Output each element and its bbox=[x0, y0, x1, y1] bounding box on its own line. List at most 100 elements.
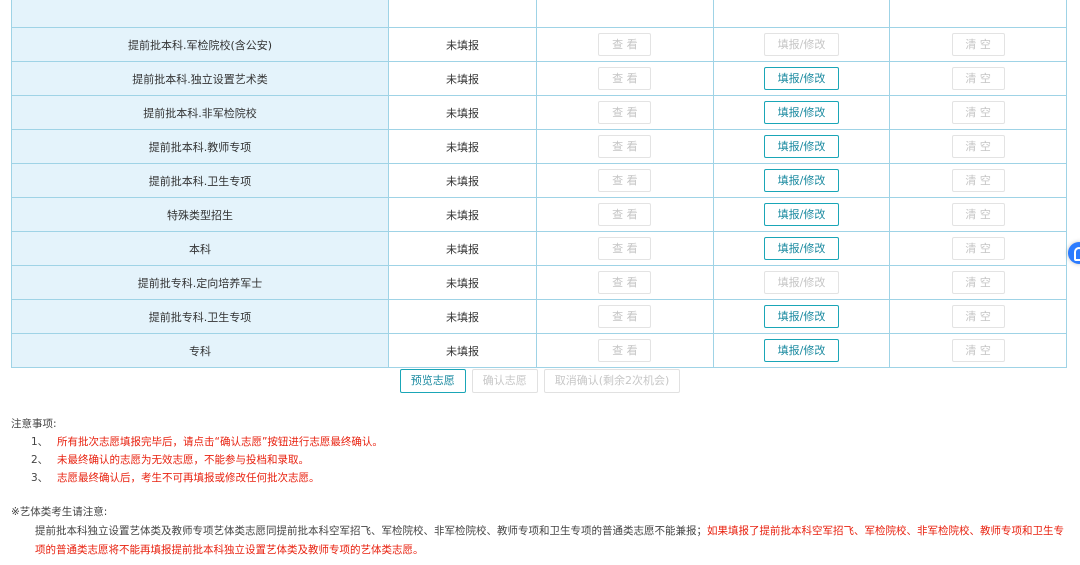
batch-name-cell: 提前批本科.独立设置艺术类 bbox=[11, 61, 389, 96]
fill-cell: 填报/修改 bbox=[712, 197, 891, 232]
table-row: 特殊类型招生 未填报 查 看 填报/修改 清 空 bbox=[11, 197, 1067, 232]
batch-name-cell: 本科 bbox=[11, 231, 389, 266]
fill-cell: 填报/修改 bbox=[712, 95, 891, 130]
fill-modify-button[interactable]: 填报/修改 bbox=[763, 203, 839, 226]
view-button[interactable]: 查 看 bbox=[598, 169, 652, 192]
fill-modify-button[interactable]: 填报/修改 bbox=[763, 339, 839, 362]
view-button[interactable]: 查 看 bbox=[598, 135, 652, 158]
view-cell: 查 看 bbox=[536, 163, 714, 198]
notes-title: 注意事项: bbox=[11, 418, 57, 430]
assistant-icon[interactable] bbox=[1068, 242, 1080, 264]
art-notice-text: 提前批本科独立设置艺体类及教师专项艺体类志愿同提前批本科空军招飞、军检院校、非军… bbox=[35, 525, 707, 537]
view-cell: 查 看 bbox=[536, 265, 714, 300]
clear-button[interactable]: 清 空 bbox=[951, 203, 1005, 226]
status-text: 未填报 bbox=[446, 140, 479, 154]
batch-name-cell: 特殊类型招生 bbox=[11, 197, 389, 232]
clear-cell: 清 空 bbox=[889, 95, 1067, 130]
clear-button[interactable]: 清 空 bbox=[951, 169, 1005, 192]
status-cell: 未填报 bbox=[388, 27, 537, 62]
status-cell: 未填报 bbox=[388, 95, 537, 130]
status-text: 未填报 bbox=[446, 208, 479, 222]
batch-name-cell: 提前批本科.非军检院校 bbox=[11, 95, 389, 130]
clear-button[interactable]: 清 空 bbox=[951, 135, 1005, 158]
clear-button[interactable]: 清 空 bbox=[951, 305, 1005, 328]
batch-name-cell bbox=[11, 0, 389, 28]
fill-modify-button[interactable]: 填报/修改 bbox=[763, 305, 839, 328]
clear-button[interactable]: 清 空 bbox=[951, 271, 1005, 294]
fill-cell: 填报/修改 bbox=[712, 333, 891, 368]
clear-cell: 清 空 bbox=[889, 27, 1067, 62]
clear-cell: 清 空 bbox=[889, 197, 1067, 232]
fill-modify-button[interactable]: 填报/修改 bbox=[763, 271, 839, 294]
notes-item: 3、 志愿最终确认后，考生不可再填报或修改任何批次志愿。 bbox=[31, 472, 320, 484]
status-cell: 未填报 bbox=[388, 265, 537, 300]
view-cell: 查 看 bbox=[536, 95, 714, 130]
view-cell: 查 看 bbox=[536, 333, 714, 368]
view-cell bbox=[536, 0, 714, 28]
view-cell: 查 看 bbox=[536, 129, 714, 164]
volunteer-batch-table: 提前批本科.军检院校(含公安) 未填报查 看填报/修改清 空提前批本科.独立设置艺… bbox=[11, 0, 1067, 368]
table-row: 专科 未填报 查 看 填报/修改 清 空 bbox=[11, 333, 1067, 368]
view-button[interactable]: 查 看 bbox=[598, 67, 652, 90]
fill-cell: 填报/修改 bbox=[712, 265, 891, 300]
view-button[interactable]: 查 看 bbox=[598, 203, 652, 226]
table-row: 本科 未填报 查 看 填报/修改 清 空 bbox=[11, 231, 1067, 266]
view-cell: 查 看 bbox=[536, 61, 714, 96]
status-text: 未填报 bbox=[446, 38, 479, 52]
view-button[interactable]: 查 看 bbox=[598, 271, 652, 294]
batch-name-cell: 提前批专科.卫生专项 bbox=[11, 299, 389, 334]
art-notice: ※艺体类考生请注意: 提前批本科独立设置艺体类及教师专项艺体类志愿同提前批本科空… bbox=[11, 503, 1071, 560]
status-cell: 未填报 bbox=[388, 299, 537, 334]
status-cell: 未填报 bbox=[388, 163, 537, 198]
status-text: 未填报 bbox=[446, 242, 479, 256]
fill-modify-button[interactable]: 填报/修改 bbox=[763, 135, 839, 158]
view-button[interactable]: 查 看 bbox=[598, 101, 652, 124]
status-cell: 未填报 bbox=[388, 231, 537, 266]
batch-name: 提前批专科.卫生专项 bbox=[148, 310, 252, 324]
view-button[interactable]: 查 看 bbox=[598, 339, 652, 362]
confirm-volunteer-button[interactable]: 确认志愿 bbox=[471, 369, 538, 393]
batch-name: 提前批本科.军检院校(含公安) bbox=[127, 38, 273, 52]
cancel-confirm-button[interactable]: 取消确认(剩余2次机会) bbox=[543, 369, 681, 393]
fill-modify-button[interactable]: 填报/修改 bbox=[763, 67, 839, 90]
table-row: 提前批本科.教师专项 未填报 查 看 填报/修改 清 空 bbox=[11, 129, 1067, 164]
notes-item: 2、 未最终确认的志愿为无效志愿，不能参与投档和录取。 bbox=[31, 454, 309, 466]
table-row: 提前批专科.卫生专项 未填报 查 看 填报/修改 清 空 bbox=[11, 299, 1067, 334]
status-text: 未填报 bbox=[446, 276, 479, 290]
table-row: 提前批本科.军检院校(含公安) 未填报 查 看 填报/修改 清 空 bbox=[11, 27, 1067, 62]
clear-button[interactable]: 清 空 bbox=[951, 67, 1005, 90]
fill-modify-button[interactable]: 填报/修改 bbox=[763, 237, 839, 260]
fill-cell: 填报/修改 bbox=[712, 27, 891, 62]
fill-modify-button[interactable]: 填报/修改 bbox=[763, 169, 839, 192]
fill-modify-button[interactable]: 填报/修改 bbox=[763, 101, 839, 124]
status-text: 未填报 bbox=[446, 72, 479, 86]
view-button[interactable]: 查 看 bbox=[598, 33, 652, 56]
batch-name: 特殊类型招生 bbox=[167, 208, 233, 222]
clear-button[interactable]: 清 空 bbox=[951, 101, 1005, 124]
fill-modify-button[interactable]: 填报/修改 bbox=[763, 33, 839, 56]
batch-name-cell: 提前批本科.教师专项 bbox=[11, 129, 389, 164]
batch-name: 本科 bbox=[189, 242, 211, 256]
clear-button[interactable]: 清 空 bbox=[951, 237, 1005, 260]
status-cell: 未填报 bbox=[388, 333, 537, 368]
status-cell: 未填报 bbox=[388, 61, 537, 96]
view-cell: 查 看 bbox=[536, 27, 714, 62]
clear-cell: 清 空 bbox=[889, 163, 1067, 198]
view-button[interactable]: 查 看 bbox=[598, 305, 652, 328]
batch-name: 提前批本科.教师专项 bbox=[148, 140, 252, 154]
preview-volunteer-button[interactable]: 预览志愿 bbox=[399, 369, 466, 393]
batch-name: 专科 bbox=[189, 344, 211, 358]
notes-item: 1、 所有批次志愿填报完毕后，请点击“确认志愿”按钮进行志愿最终确认。 bbox=[31, 436, 383, 448]
notes-section: 注意事项: 1、 所有批次志愿填报完毕后，请点击“确认志愿”按钮进行志愿最终确认。… bbox=[11, 415, 1071, 487]
view-button[interactable]: 查 看 bbox=[598, 237, 652, 260]
clear-button[interactable]: 清 空 bbox=[951, 339, 1005, 362]
clear-button[interactable]: 清 空 bbox=[951, 33, 1005, 56]
batch-name-cell: 提前批专科.定向培养军士 bbox=[11, 265, 389, 300]
art-notice-title: ※艺体类考生请注意: bbox=[11, 506, 108, 518]
fill-cell bbox=[712, 0, 891, 28]
clear-cell: 清 空 bbox=[889, 129, 1067, 164]
clear-cell: 清 空 bbox=[889, 61, 1067, 96]
status-text: 未填报 bbox=[446, 344, 479, 358]
status-text: 未填报 bbox=[446, 310, 479, 324]
fill-cell: 填报/修改 bbox=[712, 61, 891, 96]
